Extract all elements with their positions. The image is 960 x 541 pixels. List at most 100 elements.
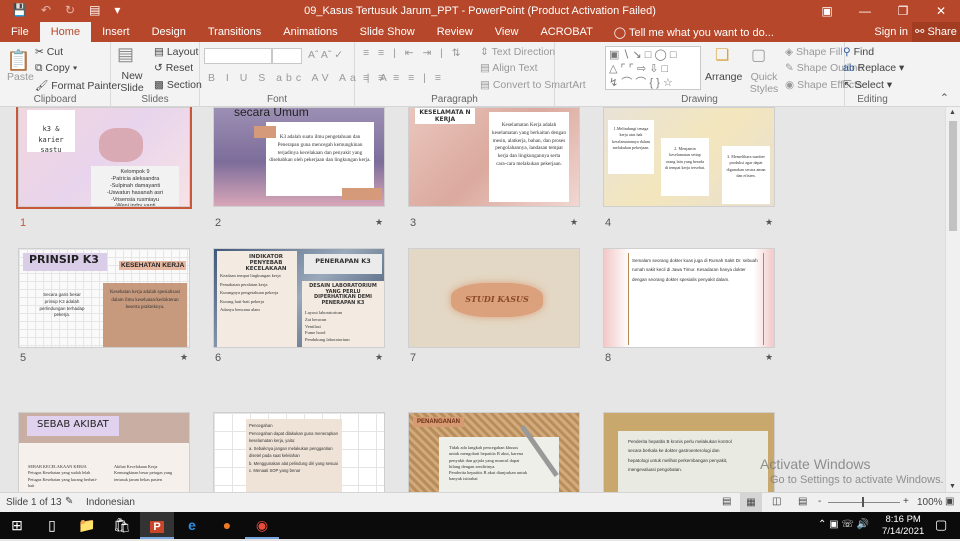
slide-thumbnail-4[interactable]: 1.Melindungi tenaga kerja atas hak kesel… [603,107,775,207]
arrange-icon: ❏ [715,47,730,64]
shapes-gallery[interactable]: ▣ ∖ ↘ □ ◯ □ △ ⌜ ⌜ ⇨ ⇩ □ ↯ ⌒ ⌒ { } ☆ [605,46,701,90]
tape-decoration [254,126,276,138]
select-button[interactable]: ⇱ Select ▾ [843,79,892,91]
tab-review[interactable]: Review [426,22,484,42]
scroll-down-arrow[interactable]: ▼ [949,483,956,490]
tab-home[interactable]: Home [39,22,92,42]
tab-insert[interactable]: Insert [91,22,141,42]
slide-thumbnail-9[interactable]: SEBAB AKIBAT SEBAB KECELAKAAN KERJA Petu… [18,412,190,492]
sign-in-link[interactable]: Sign in [874,22,908,42]
tab-file[interactable]: File [0,22,40,42]
clock-time: 8:16 PM [885,514,921,525]
slide-counter: Slide 1 of 13 [6,497,62,508]
font-name-dropdown[interactable] [204,48,272,64]
section-icon: ▩ [154,79,167,91]
slide-sorter: k3 & karier sastu Kelompok 9 -Patricia a… [0,107,945,492]
spell-check-icon[interactable]: ✎ [65,496,73,507]
slide-thumbnail-5[interactable]: PRINSIP K3 KESEHATAN KERJA Secara garis … [18,248,190,348]
zoom-in-button[interactable]: + [903,496,909,507]
slideshow-view-icon[interactable]: ▤ [798,496,807,507]
scissors-icon: ✂ [35,46,47,58]
new-slide-button[interactable]: New Slide [117,70,147,94]
firefox-icon[interactable]: ● [210,512,244,539]
find-button[interactable]: ⚲ Find [843,46,874,58]
store-icon[interactable]: 🛍 [105,512,139,539]
find-label: Find [853,46,875,58]
cut-button[interactable]: ✂ Cut [35,46,63,58]
tab-slide-show[interactable]: Slide Show [349,22,426,42]
slide-number: 7 [410,352,417,364]
slide-body: Pencegahan Pencegahan dapat dilakukan gu… [246,419,342,492]
grow-font-icon[interactable]: Aˆ Aˇ ✓ [308,49,343,61]
taskbar: ⊞ ▯ 📁 🛍 P e ● ◉ ⌃ ▣ ☏ 🔊 8:16 PM 7/14/202… [0,512,960,539]
minimize-button[interactable]: — [846,0,884,22]
edge-icon[interactable]: e [175,512,209,539]
cut-label: Cut [46,46,64,58]
drawing-group: ▣ ∖ ↘ □ ◯ □ △ ⌜ ⌜ ⇨ ⇩ □ ↯ ⌒ ⌒ { } ☆ ❏ Arra… [555,42,863,107]
align-text-label: Align Text [492,62,538,74]
notification-icon[interactable]: ▢ [935,517,947,533]
slide-thumbnail-12[interactable]: Penderita hepatitis B kronis perlu melak… [603,412,775,492]
zoom-level[interactable]: 100% [917,497,943,508]
scrollbar-thumb[interactable] [949,121,957,231]
slide-thumbnail-10[interactable]: Pencegahan Pencegahan dapat dilakukan gu… [213,412,385,492]
slide-thumbnail-3[interactable]: KESELAMATA N KERJA Keselamatan Kerja ada… [408,107,580,207]
tell-me-box[interactable]: ◯ Tell me what you want to do... [614,26,774,39]
ribbon-display-options-icon[interactable]: ▣ [808,0,846,22]
align-text-button[interactable]: ▤ Align Text [480,62,538,74]
reset-button[interactable]: ↺ Reset [154,62,193,74]
windows-start-icon[interactable]: ⊞ [0,512,34,539]
font-size-dropdown[interactable] [272,48,302,64]
copy-button[interactable]: ⧉ Copy ▾ [35,62,77,75]
slide-thumbnail-11[interactable]: PENANGANAN Tidak ada langkah pencegahan … [408,412,580,492]
zoom-slider-thumb[interactable] [862,497,864,507]
fit-to-window-icon[interactable]: ▣ [945,496,954,507]
brush-icon: 🖌 [35,80,52,92]
section-button[interactable]: ▩ Section [154,79,202,91]
collapse-ribbon-icon[interactable]: ⌃ [940,92,949,104]
zoom-slider[interactable] [828,502,900,503]
transition-star-icon: ★ [375,217,384,227]
share-button[interactable]: ⚯ Share [912,22,960,42]
language-indicator[interactable]: Indonesian [86,497,135,508]
tab-view[interactable]: View [484,22,530,42]
person-icon: ⚯ [915,26,928,38]
replace-button[interactable]: ab Replace ▾ [843,62,904,74]
layout-button[interactable]: ▤ Layout [154,46,198,58]
layout-icon: ▤ [154,46,167,58]
system-tray-icons[interactable]: ⌃ ▣ ☏ 🔊 [818,519,869,530]
slide-thumbnail-8[interactable]: Semalam seorang dokter koas juga di Ruma… [603,248,775,348]
ribbon: 📋 Paste ✂ Cut ⧉ Copy ▾ 🖌 Format Painter … [0,42,960,107]
clipboard-label: Clipboard [33,94,77,105]
chrome-icon[interactable]: ◉ [245,512,279,539]
slide-thumbnail-1[interactable]: k3 & karier sastu Kelompok 9 -Patricia a… [16,107,192,209]
tab-animations[interactable]: Animations [272,22,348,42]
restore-button[interactable]: ❐ [884,0,922,22]
arrange-button[interactable]: Arrange [705,71,742,83]
scroll-up-arrow[interactable]: ▲ [949,109,956,116]
paste-button[interactable]: Paste [7,71,34,83]
align-buttons[interactable]: ≡ ≡ ≡ ≡ | ≡ [363,72,444,84]
vertical-scrollbar[interactable]: ▲ ▼ [945,107,960,492]
tab-transitions[interactable]: Transitions [197,22,272,42]
text-direction-button[interactable]: ⇕ Text Direction [480,46,555,58]
task-view-icon[interactable]: ▯ [35,512,69,539]
quick-styles-button[interactable]: Quick Styles [747,71,781,95]
zoom-out-button[interactable]: - [818,496,821,507]
powerpoint-taskbar-icon[interactable]: P [140,512,174,539]
slide-sorter-view-icon[interactable]: ▦ [740,493,762,512]
file-explorer-icon[interactable]: 📁 [70,512,104,539]
slide-thumbnail-2[interactable]: secara Umum K3 adalah suatu ilmu pengeta… [213,107,385,207]
tab-design[interactable]: Design [141,22,197,42]
format-painter-button[interactable]: 🖌 Format Painter [35,79,121,92]
clock[interactable]: 8:16 PM 7/14/2021 [882,514,924,538]
close-button[interactable]: ✕ [922,0,960,22]
tab-acrobat[interactable]: ACROBAT [529,22,603,42]
list-buttons[interactable]: ≡ ≡ | ⇤ ⇥ | ⇅ [363,47,464,59]
slide-thumbnail-6[interactable]: INDIKATOR PENYEBAB KECELAKAAN Keadaan te… [213,248,385,348]
slide-body: K3 adalah suatu ilmu pengetahuan dan Pen… [266,122,374,196]
normal-view-icon[interactable]: ▤ [722,496,731,507]
slide-thumbnail-7[interactable]: STUDI KASUS [408,248,580,348]
font-label: Font [266,94,287,105]
reading-view-icon[interactable]: ◫ [772,496,781,507]
